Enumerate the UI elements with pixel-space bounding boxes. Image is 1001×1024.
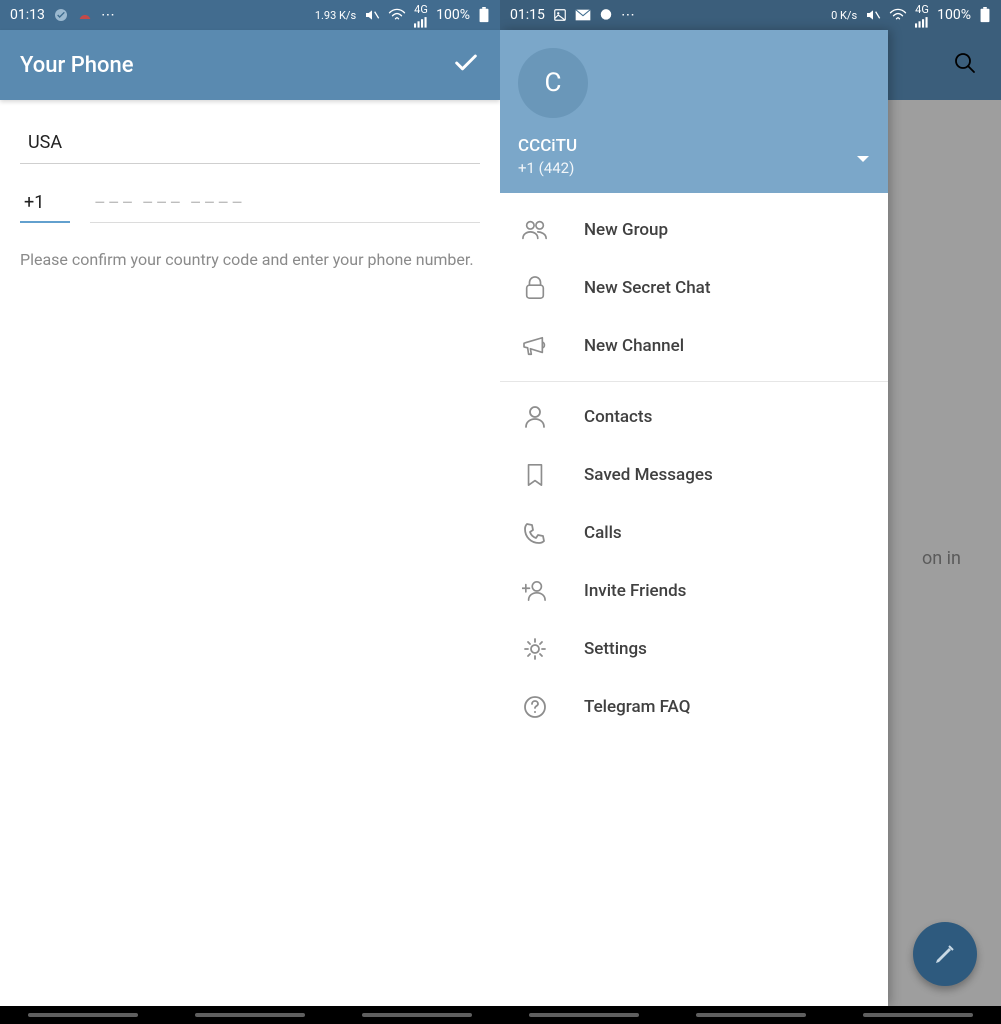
add-user-icon (520, 580, 550, 602)
avatar-letter: C (545, 68, 562, 98)
bookmark-icon (520, 463, 550, 487)
menu-new-channel[interactable]: New Channel (500, 317, 888, 375)
status-bar: 01:13 1.93 K/s 4G 100% (0, 0, 500, 30)
gear-icon (520, 637, 550, 661)
header: Your Phone (0, 30, 500, 100)
menu-new-group[interactable]: New Group (500, 201, 888, 259)
wifi-icon (388, 8, 406, 22)
phone-right-screen: 01:15 0 K/s 4G 100% on in (500, 0, 1001, 1024)
user-name: CCCiTU (518, 136, 870, 156)
help-icon (520, 695, 550, 719)
avatar[interactable]: C (518, 48, 588, 118)
menu-invite-friends[interactable]: Invite Friends (500, 562, 888, 620)
status-time: 01:15 (510, 7, 545, 23)
status-speed: 0 K/s (831, 9, 857, 22)
menu-new-secret-chat[interactable]: New Secret Chat (500, 259, 888, 317)
menu-label: Invite Friends (584, 581, 686, 601)
search-icon[interactable] (953, 51, 977, 79)
nav-back[interactable] (362, 1013, 472, 1017)
wifi-icon (889, 8, 907, 22)
menu-faq[interactable]: Telegram FAQ (500, 678, 888, 736)
person-icon (520, 405, 550, 429)
status-app-icon-2 (77, 7, 93, 23)
menu-label: Contacts (584, 407, 652, 427)
page-title: Your Phone (20, 53, 133, 78)
drawer-menu: New Group New Secret Chat New Channel Co… (500, 193, 888, 1006)
battery-icon (478, 7, 490, 23)
status-time: 01:13 (10, 7, 45, 23)
menu-saved-messages[interactable]: Saved Messages (500, 446, 888, 504)
megaphone-icon (520, 335, 550, 357)
battery-icon (979, 7, 991, 23)
battery-text: 100% (436, 7, 470, 23)
menu-calls[interactable]: Calls (500, 504, 888, 562)
navigation-drawer: C CCCiTU +1 (442) New Group New Secret C… (500, 30, 888, 1006)
battery-text: 100% (937, 7, 971, 23)
phone-left-screen: 01:13 1.93 K/s 4G 100% (0, 0, 500, 1024)
menu-label: New Group (584, 220, 668, 240)
signal-icon: 4G (915, 3, 929, 28)
phone-icon (520, 521, 550, 545)
mute-icon (364, 7, 380, 23)
status-app-icon-1 (53, 7, 69, 23)
status-chat-icon (599, 8, 613, 22)
status-mail-icon (575, 9, 591, 21)
menu-label: Calls (584, 523, 622, 543)
group-icon (520, 219, 550, 241)
status-more-icon (621, 7, 636, 23)
signal-icon: 4G (414, 3, 428, 28)
nav-home[interactable] (195, 1013, 305, 1017)
phone-number-input[interactable]: ––– ––– –––– (90, 187, 480, 223)
menu-label: Saved Messages (584, 465, 713, 485)
country-selector[interactable]: USA (20, 122, 480, 164)
nav-home[interactable] (696, 1013, 806, 1017)
menu-label: New Channel (584, 336, 684, 356)
nav-recent[interactable] (529, 1013, 639, 1017)
menu-label: Telegram FAQ (584, 697, 690, 717)
menu-settings[interactable]: Settings (500, 620, 888, 678)
menu-label: Settings (584, 639, 647, 659)
nav-back[interactable] (863, 1013, 973, 1017)
user-phone: +1 (442) (518, 159, 870, 177)
drawer-header[interactable]: C CCCiTU +1 (442) (500, 30, 888, 193)
mute-icon (865, 7, 881, 23)
status-gallery-icon (553, 8, 567, 22)
background-partial-text: on in (922, 548, 961, 569)
nav-recent[interactable] (28, 1013, 138, 1017)
new-message-fab[interactable] (913, 922, 977, 986)
menu-label: New Secret Chat (584, 278, 711, 298)
country-code-input[interactable]: +1 (20, 186, 70, 223)
menu-contacts[interactable]: Contacts (500, 388, 888, 446)
android-navbar (0, 1006, 500, 1024)
login-form: USA +1 ––– ––– –––– Please confirm your … (0, 100, 500, 293)
status-speed: 1.93 K/s (315, 9, 356, 22)
menu-separator (500, 381, 888, 382)
confirm-button[interactable] (452, 49, 480, 81)
status-bar: 01:15 0 K/s 4G 100% (500, 0, 1001, 30)
chevron-down-icon[interactable] (856, 150, 870, 169)
status-more-icon (101, 7, 116, 23)
hint-text: Please confirm your country code and ent… (20, 249, 480, 271)
android-navbar (500, 1006, 1001, 1024)
lock-icon (520, 276, 550, 300)
